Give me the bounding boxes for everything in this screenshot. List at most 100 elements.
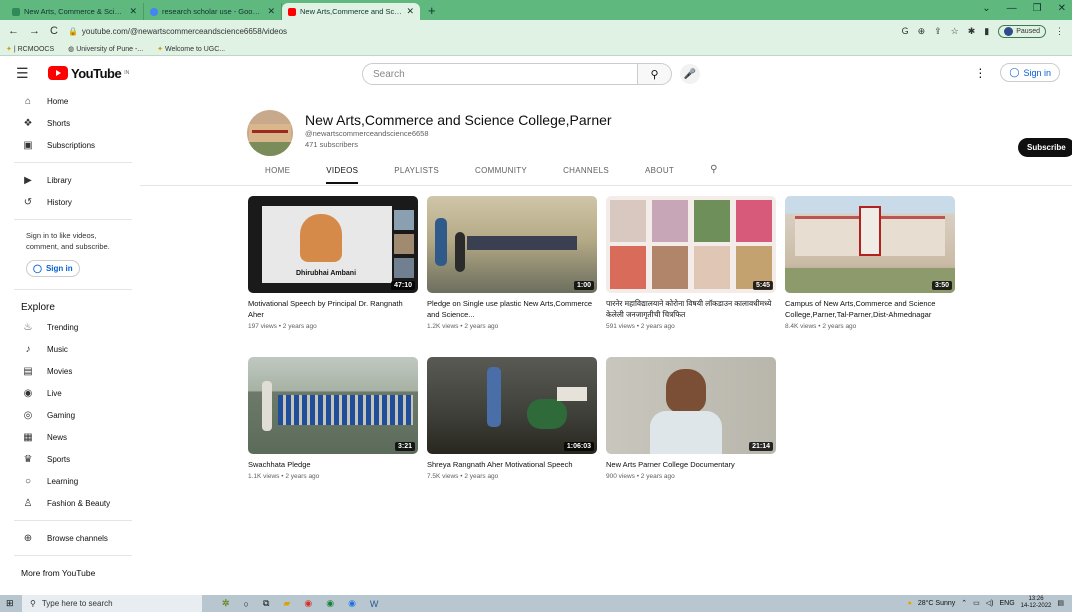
minimize-icon[interactable]: — bbox=[1007, 3, 1017, 14]
video-thumbnail[interactable]: 21:14 bbox=[606, 357, 776, 454]
video-card[interactable]: 3:50 Campus of New Arts,Commerce and Sci… bbox=[785, 196, 955, 330]
windows-start-icon[interactable]: ⊞ bbox=[6, 598, 14, 609]
video-card[interactable]: 5:45 पारनेर महाविद्यालयाने कोरोना विषयी … bbox=[606, 196, 776, 330]
notifications-icon[interactable]: ▤ bbox=[1057, 599, 1064, 607]
browser-tab-2[interactable]: research scholar use - Google Se ✕ bbox=[144, 3, 282, 20]
close-icon[interactable]: ✕ bbox=[129, 6, 137, 17]
sidebar-item-learning[interactable]: ○ Learning bbox=[0, 470, 140, 492]
video-title[interactable]: Motivational Speech by Principal Dr. Ran… bbox=[248, 298, 418, 320]
sign-in-button[interactable]: ◯ Sign in bbox=[1000, 63, 1060, 82]
weather-text[interactable]: 28°C Sunny bbox=[918, 600, 955, 607]
tab-about[interactable]: ABOUT bbox=[645, 162, 674, 184]
cortana-icon[interactable]: ○ bbox=[244, 599, 249, 609]
sidebar-item-library[interactable]: ▶ Library bbox=[0, 169, 140, 191]
subscribe-button[interactable]: Subscribe bbox=[1018, 138, 1072, 157]
hamburger-menu-icon[interactable]: ☰ bbox=[16, 65, 42, 82]
tab-home[interactable]: HOME bbox=[265, 162, 290, 184]
extensions-icon[interactable]: ✱ bbox=[968, 26, 976, 37]
volume-icon[interactable]: ◁) bbox=[986, 599, 994, 607]
settings-dots-icon[interactable]: ⋮ bbox=[974, 66, 986, 80]
sidebar-item-sports[interactable]: ♛ Sports bbox=[0, 448, 140, 470]
network-icon[interactable]: ▭ bbox=[973, 599, 980, 607]
video-thumbnail[interactable]: Dhirubhai Ambani 47:10 bbox=[248, 196, 418, 293]
chrome-profile-2-icon[interactable]: ◉ bbox=[348, 598, 356, 609]
browser-tab-3[interactable]: New Arts,Commerce and Science ✕ bbox=[282, 3, 420, 20]
share-icon[interactable]: ⇪ bbox=[934, 26, 942, 37]
search-input[interactable]: Search bbox=[362, 63, 638, 85]
tab-videos[interactable]: VIDEOS bbox=[326, 162, 359, 184]
sidebar-item-music[interactable]: ♪ Music bbox=[0, 338, 140, 360]
sidebar-sign-in-button[interactable]: ◯ Sign in bbox=[26, 260, 80, 277]
restore-icon[interactable]: ❐ bbox=[1033, 3, 1042, 14]
forward-icon[interactable]: → bbox=[29, 25, 40, 37]
avatar-banner bbox=[252, 130, 288, 133]
video-title[interactable]: New Arts Parner College Documentary bbox=[606, 459, 776, 470]
reload-icon[interactable]: C bbox=[50, 25, 58, 37]
bookmark-ugc[interactable]: ✦ Welcome to UGC... bbox=[157, 45, 225, 53]
tab-playlists[interactable]: PLAYLISTS bbox=[394, 162, 439, 184]
video-title[interactable]: Shreya Rangnath Aher Motivational Speech bbox=[427, 459, 597, 470]
search-icon[interactable]: ⚲ bbox=[710, 162, 718, 184]
clock[interactable]: 13:26 14-12-2022 bbox=[1021, 596, 1052, 610]
video-title[interactable]: Campus of New Arts,Commerce and Science … bbox=[785, 298, 955, 320]
url-field[interactable]: 🔒 youtube.com/@newartscommerceandscience… bbox=[67, 23, 892, 39]
back-icon[interactable]: ← bbox=[8, 25, 19, 37]
video-title[interactable]: Swachhata Pledge bbox=[248, 459, 418, 470]
weather-icon[interactable]: ● bbox=[908, 600, 912, 607]
sidepanel-icon[interactable]: ▮ bbox=[984, 26, 989, 37]
word-icon[interactable]: W bbox=[370, 599, 379, 609]
sidebar-item-movies[interactable]: ▤ Movies bbox=[0, 360, 140, 382]
chevron-up-icon[interactable]: ⌃ bbox=[961, 599, 967, 607]
close-icon[interactable]: ✕ bbox=[267, 6, 275, 17]
video-card[interactable]: 1:00 Pledge on Single use plastic New Ar… bbox=[427, 196, 597, 330]
video-card[interactable]: 3:21 Swachhata Pledge 1.1K views • 2 yea… bbox=[248, 357, 418, 480]
new-tab-button[interactable]: + bbox=[428, 3, 436, 20]
youtube-logo[interactable]: YouTube IN bbox=[48, 66, 129, 81]
more-vert-icon[interactable]: ⋮ bbox=[1055, 26, 1064, 37]
bookmark-unipune[interactable]: ◍ University of Pune -... bbox=[68, 45, 143, 53]
language-indicator[interactable]: ENG bbox=[1000, 600, 1015, 607]
sidebar-item-home[interactable]: ⌂ Home bbox=[0, 90, 140, 112]
speaker-face bbox=[666, 369, 706, 413]
video-card[interactable]: 21:14 New Arts Parner College Documentar… bbox=[606, 357, 776, 480]
chevron-down-icon[interactable]: ⌄ bbox=[982, 3, 990, 14]
task-view-icon[interactable]: ⧉ bbox=[263, 598, 269, 609]
sidebar-item-subscriptions[interactable]: ▣ Subscriptions bbox=[0, 134, 140, 156]
close-icon[interactable]: ✕ bbox=[406, 6, 414, 17]
bookmark-rcmoocs[interactable]: ✦ | RCMOOCS bbox=[6, 45, 54, 53]
video-title[interactable]: पारनेर महाविद्यालयाने कोरोना विषयी लॉकडा… bbox=[606, 298, 776, 320]
sidebar-item-history[interactable]: ↺ History bbox=[0, 191, 140, 213]
video-thumbnail[interactable]: 5:45 bbox=[606, 196, 776, 293]
chrome-icon[interactable]: ◉ bbox=[304, 598, 312, 609]
sidebar-item-gaming[interactable]: ◎ Gaming bbox=[0, 404, 140, 426]
tab-community[interactable]: COMMUNITY bbox=[475, 162, 527, 184]
video-title[interactable]: Pledge on Single use plastic New Arts,Co… bbox=[427, 298, 597, 320]
channel-avatar[interactable] bbox=[247, 110, 293, 156]
sidebar-item-shorts[interactable]: ❖ Shorts bbox=[0, 112, 140, 134]
sidebar-item-browse-channels[interactable]: ⊕ Browse channels bbox=[0, 527, 140, 549]
widgets-icon[interactable]: ✲ bbox=[222, 598, 230, 609]
close-window-icon[interactable]: ✕ bbox=[1058, 3, 1066, 14]
channel-tabs: HOME VIDEOS PLAYLISTS COMMUNITY CHANNELS… bbox=[265, 162, 754, 184]
sidebar-item-fashion[interactable]: ♙ Fashion & Beauty bbox=[0, 492, 140, 514]
taskbar-search-input[interactable]: ⚲ Type here to search bbox=[22, 595, 202, 612]
sidebar-item-news[interactable]: ▦ News bbox=[0, 426, 140, 448]
sidebar-item-trending[interactable]: ♨ Trending bbox=[0, 316, 140, 338]
search-button[interactable]: ⚲ bbox=[638, 63, 672, 85]
browser-tab-1[interactable]: New Arts, Commerce & Science ✕ bbox=[6, 3, 144, 20]
sidebar-item-live[interactable]: ◉ Live bbox=[0, 382, 140, 404]
video-thumbnail[interactable]: 1:00 bbox=[427, 196, 597, 293]
profile-paused-button[interactable]: Paused bbox=[998, 24, 1046, 38]
google-icon[interactable]: G bbox=[902, 26, 909, 36]
file-explorer-icon[interactable]: ▰ bbox=[283, 598, 290, 609]
chrome-profile-icon[interactable]: ◉ bbox=[326, 598, 334, 609]
tab-channels[interactable]: CHANNELS bbox=[563, 162, 609, 184]
star-icon[interactable]: ☆ bbox=[951, 26, 959, 37]
video-thumbnail[interactable]: 1:06:03 bbox=[427, 357, 597, 454]
install-icon[interactable]: ⊕ bbox=[918, 26, 926, 37]
video-card[interactable]: 1:06:03 Shreya Rangnath Aher Motivationa… bbox=[427, 357, 597, 480]
video-thumbnail[interactable]: 3:21 bbox=[248, 357, 418, 454]
voice-search-button[interactable]: 🎤 bbox=[680, 64, 700, 84]
video-card[interactable]: Dhirubhai Ambani 47:10 Motivational Spee… bbox=[248, 196, 418, 330]
video-thumbnail[interactable]: 3:50 bbox=[785, 196, 955, 293]
